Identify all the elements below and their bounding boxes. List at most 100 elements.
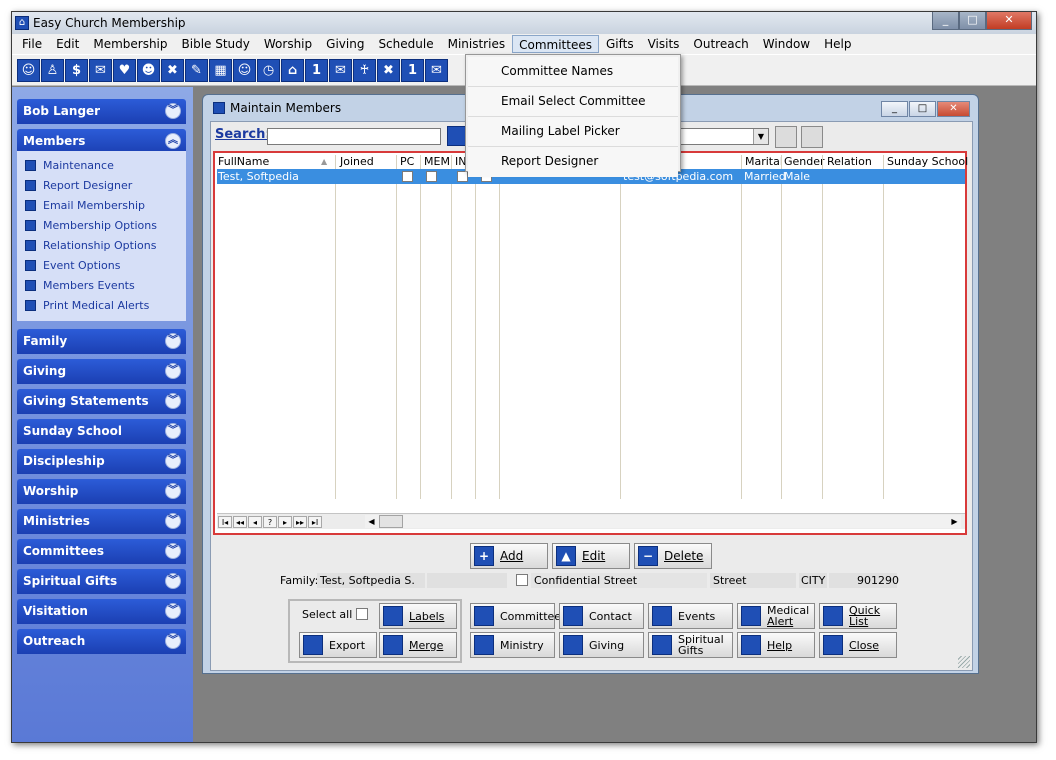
in-checkbox[interactable] [457, 171, 468, 182]
sidebar-group-discipleship[interactable]: Discipleship ︾ [17, 449, 186, 474]
medical-alert-button[interactable]: Medical Alert [737, 603, 815, 629]
menu-item-committee-names[interactable]: Committee Names [468, 57, 678, 87]
menu-edit[interactable]: Edit [49, 35, 86, 53]
menu-schedule[interactable]: Schedule [371, 35, 440, 53]
chevron-down-icon[interactable]: ︾ [165, 543, 181, 559]
menu-item-mailing-label-picker[interactable]: Mailing Label Picker [468, 117, 678, 147]
calendar-clock-icon[interactable]: ◷ [257, 58, 280, 82]
meeting-icon[interactable]: ☻ [137, 58, 160, 82]
mem-checkbox[interactable] [426, 171, 437, 182]
chevron-down-icon[interactable]: ︾ [165, 453, 181, 469]
sidebar-item-report-designer[interactable]: Report Designer [25, 176, 132, 194]
sidebar-item-email-membership[interactable]: Email Membership [25, 196, 145, 214]
minimize-button[interactable]: _ [932, 12, 959, 30]
ministry-button[interactable]: Ministry [470, 632, 555, 658]
chevron-down-icon[interactable]: ︾ [165, 633, 181, 649]
dropdown-arrow-icon[interactable]: ▼ [753, 129, 768, 144]
menu-giving[interactable]: Giving [319, 35, 371, 53]
select-all-checkbox[interactable] [356, 608, 368, 620]
chevron-down-icon[interactable]: ︾ [165, 423, 181, 439]
sidebar-item-maintenance[interactable]: Maintenance [25, 156, 114, 174]
export-button[interactable]: Export [299, 632, 377, 658]
dollar-icon[interactable]: $ [65, 58, 88, 82]
edit-button[interactable]: ▲ Edit [552, 543, 630, 569]
cell-marital[interactable]: Married [744, 170, 786, 183]
wrench-icon[interactable]: ✖ [377, 58, 400, 82]
contact-button[interactable]: Contact [559, 603, 644, 629]
next-page-button[interactable]: ▸▸ [293, 515, 307, 528]
menu-ministries[interactable]: Ministries [441, 35, 513, 53]
filter-option-button-2[interactable] [801, 126, 823, 148]
menu-committees[interactable]: Committees [512, 35, 599, 53]
sidebar-group-sunday-school[interactable]: Sunday School ︾ [17, 419, 186, 444]
maximize-button[interactable]: □ [959, 12, 986, 30]
quick-list-button[interactable]: Quick List [819, 603, 897, 629]
menu-gifts[interactable]: Gifts [599, 35, 641, 53]
mdi-restore-button[interactable]: □ [909, 101, 936, 117]
giving-button[interactable]: Giving [559, 632, 644, 658]
sidebar-group-family[interactable]: Family ︾ [17, 329, 186, 354]
sidebar-item-membership-options[interactable]: Membership Options [25, 216, 157, 234]
last-record-button[interactable]: ▸I [308, 515, 322, 528]
confidential-checkbox[interactable] [516, 574, 528, 586]
mail-out-icon[interactable]: ✉ [329, 58, 352, 82]
sidebar-group-spiritual-gifts[interactable]: Spiritual Gifts ︾ [17, 569, 186, 594]
labels-button[interactable]: Labels [379, 603, 457, 629]
grid-icon[interactable]: ▦ [209, 58, 232, 82]
sidebar-group-committees[interactable]: Committees ︾ [17, 539, 186, 564]
sidebar-group-outreach[interactable]: Outreach ︾ [17, 629, 186, 654]
tools-icon[interactable]: ✖ [161, 58, 184, 82]
mdi-minimize-button[interactable]: _ [881, 101, 908, 117]
col-header-gender[interactable]: Gender [784, 155, 825, 169]
sidebar-group-visitation[interactable]: Visitation ︾ [17, 599, 186, 624]
chevron-down-icon[interactable]: ︾ [165, 513, 181, 529]
prev-record-button[interactable]: ◂ [248, 515, 262, 528]
sidebar-item-members-events[interactable]: Members Events [25, 276, 135, 294]
sidebar-item-relationship-options[interactable]: Relationship Options [25, 236, 156, 254]
members-group-icon[interactable]: ☺ [17, 58, 40, 82]
menu-membership[interactable]: Membership [86, 35, 174, 53]
envelope-icon[interactable]: ✉ [425, 58, 448, 82]
prev-page-button[interactable]: ◂◂ [233, 515, 247, 528]
search-button[interactable] [447, 126, 467, 146]
email-icon[interactable]: ✉ [89, 58, 112, 82]
merge-button[interactable]: Merge [379, 632, 457, 658]
col-header-fullname[interactable]: FullName [218, 155, 269, 169]
chevron-down-icon[interactable]: ︾ [165, 573, 181, 589]
sidebar-group-worship[interactable]: Worship ︾ [17, 479, 186, 504]
chevron-down-icon[interactable]: ︾ [165, 483, 181, 499]
mdi-close-button[interactable]: ✕ [937, 101, 970, 117]
spiritual-gifts-button[interactable]: Spiritual Gifts [648, 632, 733, 658]
horizontal-scrollbar[interactable]: ◀ ▶ [365, 515, 961, 528]
heart-icon[interactable]: ♥ [113, 58, 136, 82]
menu-worship[interactable]: Worship [257, 35, 319, 53]
menu-visits[interactable]: Visits [641, 35, 687, 53]
sidebar-item-event-options[interactable]: Event Options [25, 256, 120, 274]
col-header-relation[interactable]: Relation [827, 155, 872, 169]
committee-button[interactable]: Committee [470, 603, 561, 629]
chevron-down-icon[interactable]: ︾ [165, 103, 181, 119]
chevron-up-icon[interactable]: ︽ [165, 133, 181, 149]
pen-icon[interactable]: ✎ [185, 58, 208, 82]
filter-combo[interactable]: ▼ [677, 128, 769, 145]
next-record-button[interactable]: ▸ [278, 515, 292, 528]
cell-fullname[interactable]: Test, Softpedia [218, 170, 299, 183]
add-button[interactable]: + Add [470, 543, 548, 569]
chevron-down-icon[interactable]: ︾ [165, 603, 181, 619]
pc-checkbox[interactable] [402, 171, 413, 182]
chevron-down-icon[interactable]: ︾ [165, 333, 181, 349]
first-record-button[interactable]: I◂ [218, 515, 232, 528]
church-icon[interactable]: ♰ [353, 58, 376, 82]
col-header-sunday-school[interactable]: Sunday School [887, 155, 968, 169]
sidebar-group-ministries[interactable]: Ministries ︾ [17, 509, 186, 534]
col-header-marital[interactable]: Marital [745, 155, 783, 169]
scroll-left-icon[interactable]: ◀ [365, 515, 378, 528]
chevron-down-icon[interactable]: ︾ [165, 363, 181, 379]
scroll-thumb[interactable] [379, 515, 403, 528]
members-grid[interactable]: FullName ▲ Joined PC MEM IN Marital Gend… [213, 151, 968, 535]
cell-gender[interactable]: Male [784, 170, 810, 183]
menu-item-email-select-committee[interactable]: Email Select Committee [468, 87, 678, 117]
resize-grip[interactable] [958, 656, 970, 668]
menu-bible-study[interactable]: Bible Study [175, 35, 257, 53]
calendar-day-icon[interactable]: 1 [401, 58, 424, 82]
